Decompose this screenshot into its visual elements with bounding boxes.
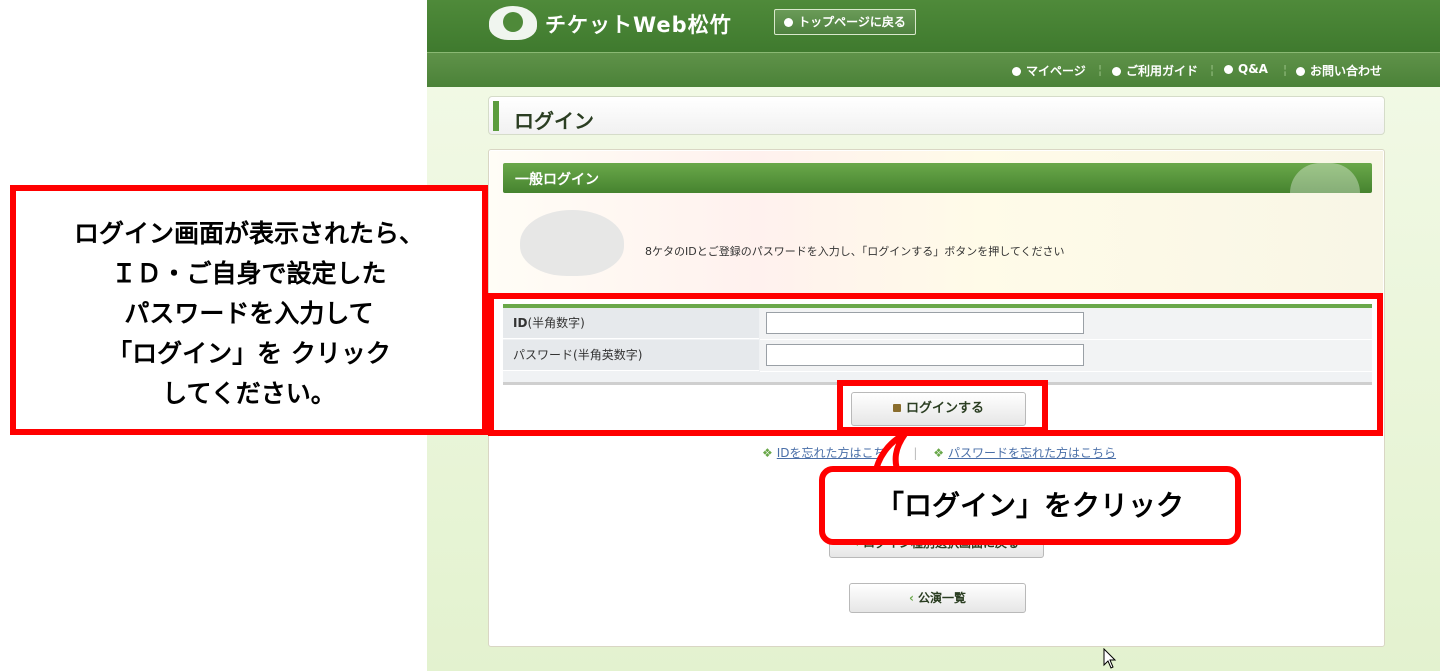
login-button-highlight-frame bbox=[837, 380, 1048, 433]
nav-qa[interactable]: Q&A bbox=[1224, 62, 1268, 76]
chevron-left-icon: ‹ bbox=[909, 591, 914, 605]
mouse-cursor-icon bbox=[1103, 648, 1117, 669]
nav-separator: ¦ bbox=[1098, 63, 1103, 77]
page-title: ログイン bbox=[514, 109, 594, 133]
note-line: ログイン画面が表示されたら、 bbox=[73, 219, 424, 248]
note-line: してください。 bbox=[162, 379, 336, 408]
click-login-callout: 「ログイン」をクリック bbox=[819, 466, 1241, 545]
instruction-note: ログイン画面が表示されたら、 ＩＤ・ご自身で設定した パスワードを入力して 「ロ… bbox=[10, 185, 488, 435]
note-line: 「ログイン」を クリック bbox=[107, 339, 391, 368]
nav-mypage[interactable]: マイページ bbox=[1012, 62, 1086, 79]
recovery-links: ❖ IDを忘れた方はこちら | ❖ パスワードを忘れた方はこちら bbox=[762, 444, 1116, 461]
forgot-password-link[interactable]: パスワードを忘れた方はこちら bbox=[948, 446, 1116, 460]
section-title: 一般ログイン bbox=[515, 172, 599, 188]
nav-contact-label: お問い合わせ bbox=[1310, 64, 1383, 78]
section-header: 一般ログイン bbox=[503, 163, 1372, 193]
performance-list-button[interactable]: ‹ 公演一覧 bbox=[849, 583, 1026, 613]
site-logo-text[interactable]: チケットWeb松竹 bbox=[545, 9, 732, 39]
site-header: チケットWeb松竹 トップページに戻る bbox=[427, 0, 1440, 52]
nav-guide-label: ご利用ガイド bbox=[1126, 64, 1199, 78]
login-instructions: 8ケタのIDとご登録のパスワードを入力し、「ログインする」ボタンを押してください bbox=[645, 245, 1065, 258]
top-page-button[interactable]: トップページに戻る bbox=[774, 9, 916, 35]
nav-mypage-label: マイページ bbox=[1026, 64, 1086, 78]
arrow-circle-icon bbox=[1224, 65, 1233, 74]
title-accent-bar bbox=[493, 101, 499, 131]
arrow-circle-icon bbox=[1112, 67, 1121, 76]
arrow-circle-icon bbox=[784, 18, 794, 27]
nav-separator: ¦ bbox=[1210, 63, 1215, 77]
global-nav: マイページ ¦ ご利用ガイド ¦ Q&A ¦ お問い合わせ bbox=[427, 52, 1440, 87]
nav-qa-label: Q&A bbox=[1238, 62, 1268, 76]
arrow-circle-icon bbox=[1012, 67, 1021, 76]
page-title-bar: ログイン bbox=[488, 96, 1385, 135]
pine-decoration-icon bbox=[520, 210, 624, 276]
note-line: パスワードを入力して bbox=[124, 299, 374, 328]
diamond-bullet-icon: ❖ bbox=[762, 446, 773, 460]
diamond-bullet-icon: ❖ bbox=[933, 446, 945, 460]
pine-crest-logo-icon[interactable] bbox=[489, 6, 537, 40]
nav-contact[interactable]: お問い合わせ bbox=[1296, 62, 1382, 79]
nav-guide[interactable]: ご利用ガイド bbox=[1112, 62, 1198, 79]
arrow-circle-icon bbox=[1296, 67, 1305, 76]
note-line: ＩＤ・ご自身で設定した bbox=[111, 259, 387, 288]
pine-emblem-icon bbox=[1290, 163, 1360, 193]
nav-separator: ¦ bbox=[1283, 63, 1288, 77]
top-page-button-label: トップページに戻る bbox=[798, 15, 906, 29]
list-button-label: 公演一覧 bbox=[917, 591, 966, 605]
